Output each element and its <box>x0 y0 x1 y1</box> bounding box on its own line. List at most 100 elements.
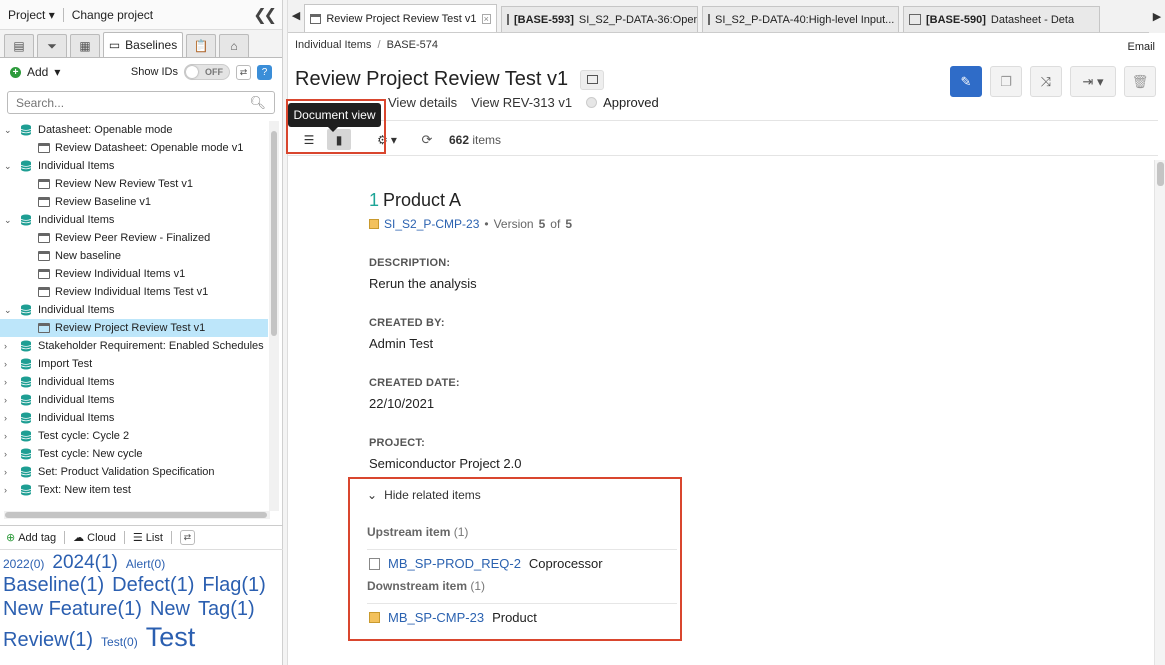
tree-hscrollbar[interactable] <box>4 511 270 519</box>
search-icon[interactable]: 🔍︎ <box>249 95 266 111</box>
tree-item[interactable]: Review Project Review Test v1 <box>0 319 268 337</box>
tag-link[interactable]: Review(1) <box>3 629 93 653</box>
tab-grid[interactable]: ▦ <box>70 34 100 57</box>
chevron-down-icon[interactable]: ⌄ <box>4 161 14 172</box>
tab-tree[interactable]: ▤ <box>4 34 34 57</box>
add-tag-button[interactable]: ⊕ Add tag <box>6 531 56 545</box>
downstream-item-row[interactable]: MB_SP-CMP-23 Product <box>367 603 677 631</box>
show-ids-toggle[interactable]: OFF <box>184 64 230 80</box>
tab-tags[interactable]: ⌂ <box>219 34 249 57</box>
tab-baselines[interactable]: ▭ Baselines <box>103 32 183 57</box>
breadcrumb-root[interactable]: Individual Items <box>295 39 371 51</box>
document-tab[interactable]: Review Project Review Test v1 × <box>304 4 497 32</box>
chevron-right-icon[interactable]: › <box>4 485 14 495</box>
tab-clipboard[interactable]: 📋 <box>186 34 216 57</box>
view-rev-link[interactable]: View REV-313 v1 <box>471 95 572 110</box>
document-tab[interactable]: SI_S2_P-DATA-40:High-level Input...× <box>702 6 899 32</box>
change-project-link[interactable]: Change project <box>72 8 153 22</box>
tree-item[interactable]: Review Peer Review - Finalized <box>0 229 268 247</box>
scrollbar-thumb[interactable] <box>1157 162 1164 186</box>
tree-group[interactable]: › Individual Items <box>0 409 268 427</box>
tag-link[interactable]: Baseline(1) <box>3 574 104 598</box>
tree-item[interactable]: Review Individual Items v1 <box>0 265 268 283</box>
tree-item[interactable]: Review Individual Items Test v1 <box>0 283 268 301</box>
tree-item[interactable]: New baseline <box>0 247 268 265</box>
tree-group[interactable]: ⌄ Individual Items <box>0 157 268 175</box>
tree-group[interactable]: ⌄ Individual Items <box>0 301 268 319</box>
tree-group[interactable]: › Individual Items <box>0 391 268 409</box>
close-icon[interactable]: × <box>481 13 491 24</box>
chevron-right-icon[interactable]: › <box>4 467 14 477</box>
copy-button[interactable]: ❐ <box>990 66 1022 97</box>
hscrollbar-thumb[interactable] <box>5 512 267 518</box>
tree-label: Individual Items <box>38 394 115 406</box>
chevron-down-icon[interactable]: ⌄ <box>4 305 14 316</box>
chevron-down-icon[interactable]: ⌄ <box>4 215 14 226</box>
document-tab[interactable]: [BASE-590] Datasheet - Deta <box>903 6 1100 32</box>
tag-link[interactable]: Test(0) <box>101 635 138 649</box>
scrollbar-thumb[interactable] <box>271 131 277 336</box>
tag-link[interactable]: Alert(0) <box>126 557 165 571</box>
help-icon[interactable]: ? <box>257 64 272 80</box>
refresh-button[interactable]: ⟳ <box>415 129 439 150</box>
sidebar-toggle-button[interactable] <box>580 69 605 90</box>
shuffle-button[interactable]: ⤨ <box>1030 66 1062 97</box>
tree-group[interactable]: ⌄ Datasheet: Openable mode <box>0 121 268 139</box>
edit-button[interactable]: ✎ <box>950 66 982 97</box>
document-scrollbar[interactable] <box>1154 160 1165 665</box>
related-items: ⌄ Hide related items Upstream item (1) MB… <box>367 488 677 631</box>
tree-group[interactable]: › Individual Items <box>0 373 268 391</box>
tree-group[interactable]: ⌄ Individual Items <box>0 211 268 229</box>
chevron-down-icon[interactable]: ⌄ <box>4 125 14 136</box>
tab-scroll-right-icon[interactable]: ▶ <box>1149 0 1165 33</box>
tag-link[interactable]: New Feature(1) <box>3 598 142 622</box>
tag-link[interactable]: Defect(1) <box>112 574 194 598</box>
chevron-right-icon[interactable]: › <box>4 431 14 441</box>
tree-item[interactable]: Review Baseline v1 <box>0 193 268 211</box>
tree-group[interactable]: › Test cycle: New cycle <box>0 445 268 463</box>
document-tab[interactable]: [BASE-593]SI_S2_P-DATA-36:Opena...× <box>501 6 698 32</box>
tree-group[interactable]: › Stakeholder Requirement: Enabled Schedu… <box>0 337 268 355</box>
hide-related-toggle[interactable]: ⌄ Hide related items <box>367 488 677 502</box>
tag-link[interactable]: 2022(0) <box>3 557 44 571</box>
version-current: 5 <box>538 217 546 231</box>
tree-group[interactable]: › Import Test <box>0 355 268 373</box>
chevron-right-icon[interactable]: › <box>4 359 14 369</box>
tree-scrollbar[interactable] <box>269 121 279 511</box>
tree-group[interactable]: › Test cycle: Cycle 2 <box>0 427 268 445</box>
collapse-panel-icon[interactable]: ❮❮ <box>253 5 277 25</box>
project-menu[interactable]: Project ▾ <box>8 8 55 22</box>
tag-link[interactable]: Test <box>146 622 196 654</box>
tree-group[interactable]: › Set: Product Validation Specification <box>0 463 268 481</box>
tab-filter[interactable]: ⏷ <box>37 34 67 57</box>
chevron-right-icon[interactable]: › <box>4 413 14 423</box>
tree-item[interactable]: Review Datasheet: Openable mode v1 <box>0 139 268 157</box>
list-view-button[interactable]: ☰ List <box>133 531 163 545</box>
item-id-link[interactable]: SI_S2_P-CMP-23 <box>384 217 479 231</box>
tree-group[interactable]: › Text: New item test <box>0 481 268 499</box>
add-button[interactable]: + Add ▾ <box>10 65 60 79</box>
tab-scroll-left-icon[interactable]: ◀ <box>288 0 304 32</box>
tag-link[interactable]: New <box>150 598 190 622</box>
field-label: CREATED BY: <box>369 317 445 329</box>
delete-button[interactable]: 🗑︎ <box>1124 66 1156 97</box>
downstream-item-link[interactable]: MB_SP-CMP-23 <box>388 610 484 625</box>
email-link[interactable]: Email <box>1127 41 1155 53</box>
upstream-label: Upstream item <box>367 525 451 539</box>
refresh-tags-icon[interactable]: ⇄ <box>179 530 195 545</box>
chevron-right-icon[interactable]: › <box>4 449 14 459</box>
upstream-item-row[interactable]: MB_SP-PROD_REQ-2 Coprocessor <box>367 549 677 577</box>
chevron-right-icon[interactable]: › <box>4 395 14 405</box>
cloud-view-button[interactable]: ☁ Cloud <box>73 531 116 545</box>
upstream-item-link[interactable]: MB_SP-PROD_REQ-2 <box>388 556 521 571</box>
chevron-right-icon[interactable]: › <box>4 341 14 351</box>
tag-link[interactable]: 2024(1) <box>52 552 118 574</box>
tree-item[interactable]: Review New Review Test v1 <box>0 175 268 193</box>
search-input[interactable] <box>16 95 250 110</box>
chevron-right-icon[interactable]: › <box>4 377 14 387</box>
sync-icon[interactable]: ⇄ <box>236 64 251 80</box>
view-details-link[interactable]: View details <box>388 95 457 110</box>
export-button[interactable]: ⇥ ▾ <box>1070 66 1116 97</box>
tag-link[interactable]: Tag(1) <box>198 598 255 622</box>
tag-link[interactable]: Flag(1) <box>202 574 265 598</box>
